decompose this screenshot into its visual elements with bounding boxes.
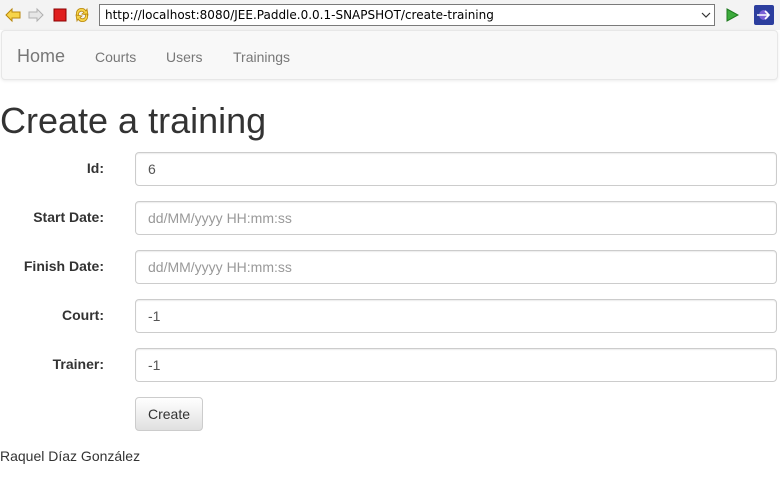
nav-link-courts[interactable]: Courts xyxy=(95,48,136,66)
stop-icon[interactable] xyxy=(51,6,69,24)
url-dropdown-icon[interactable] xyxy=(701,5,711,25)
id-label: Id: xyxy=(86,160,104,176)
browser-toolbar: http://localhost:8080/JEE.Paddle.0.0.1-S… xyxy=(0,0,780,30)
back-icon[interactable] xyxy=(4,6,22,24)
trainer-label: Trainer: xyxy=(52,356,104,372)
page-title: Create a training xyxy=(0,100,267,141)
go-icon[interactable] xyxy=(723,6,741,24)
court-input[interactable] xyxy=(135,299,777,333)
finish-date-input[interactable] xyxy=(135,250,777,284)
nav-link-users[interactable]: Users xyxy=(166,48,203,66)
create-button[interactable]: Create xyxy=(135,397,203,431)
footer-author: Raquel Díaz González xyxy=(0,448,141,464)
start-date-input[interactable] xyxy=(135,201,777,235)
app-icon[interactable] xyxy=(754,5,774,25)
nav-link-trainings[interactable]: Trainings xyxy=(233,48,290,66)
trainer-input[interactable] xyxy=(135,348,777,382)
court-label: Court: xyxy=(62,307,104,323)
finish-date-label: Finish Date: xyxy=(23,258,104,274)
url-text: http://localhost:8080/JEE.Paddle.0.0.1-S… xyxy=(105,8,494,22)
forward-icon[interactable] xyxy=(27,6,45,24)
start-date-label: Start Date: xyxy=(33,209,104,225)
url-bar[interactable]: http://localhost:8080/JEE.Paddle.0.0.1-S… xyxy=(99,4,715,26)
navbar: Home Courts Users Trainings xyxy=(1,30,778,80)
id-input[interactable] xyxy=(135,152,777,186)
nav-brand-home[interactable]: Home xyxy=(17,46,65,66)
refresh-icon[interactable] xyxy=(73,6,91,24)
